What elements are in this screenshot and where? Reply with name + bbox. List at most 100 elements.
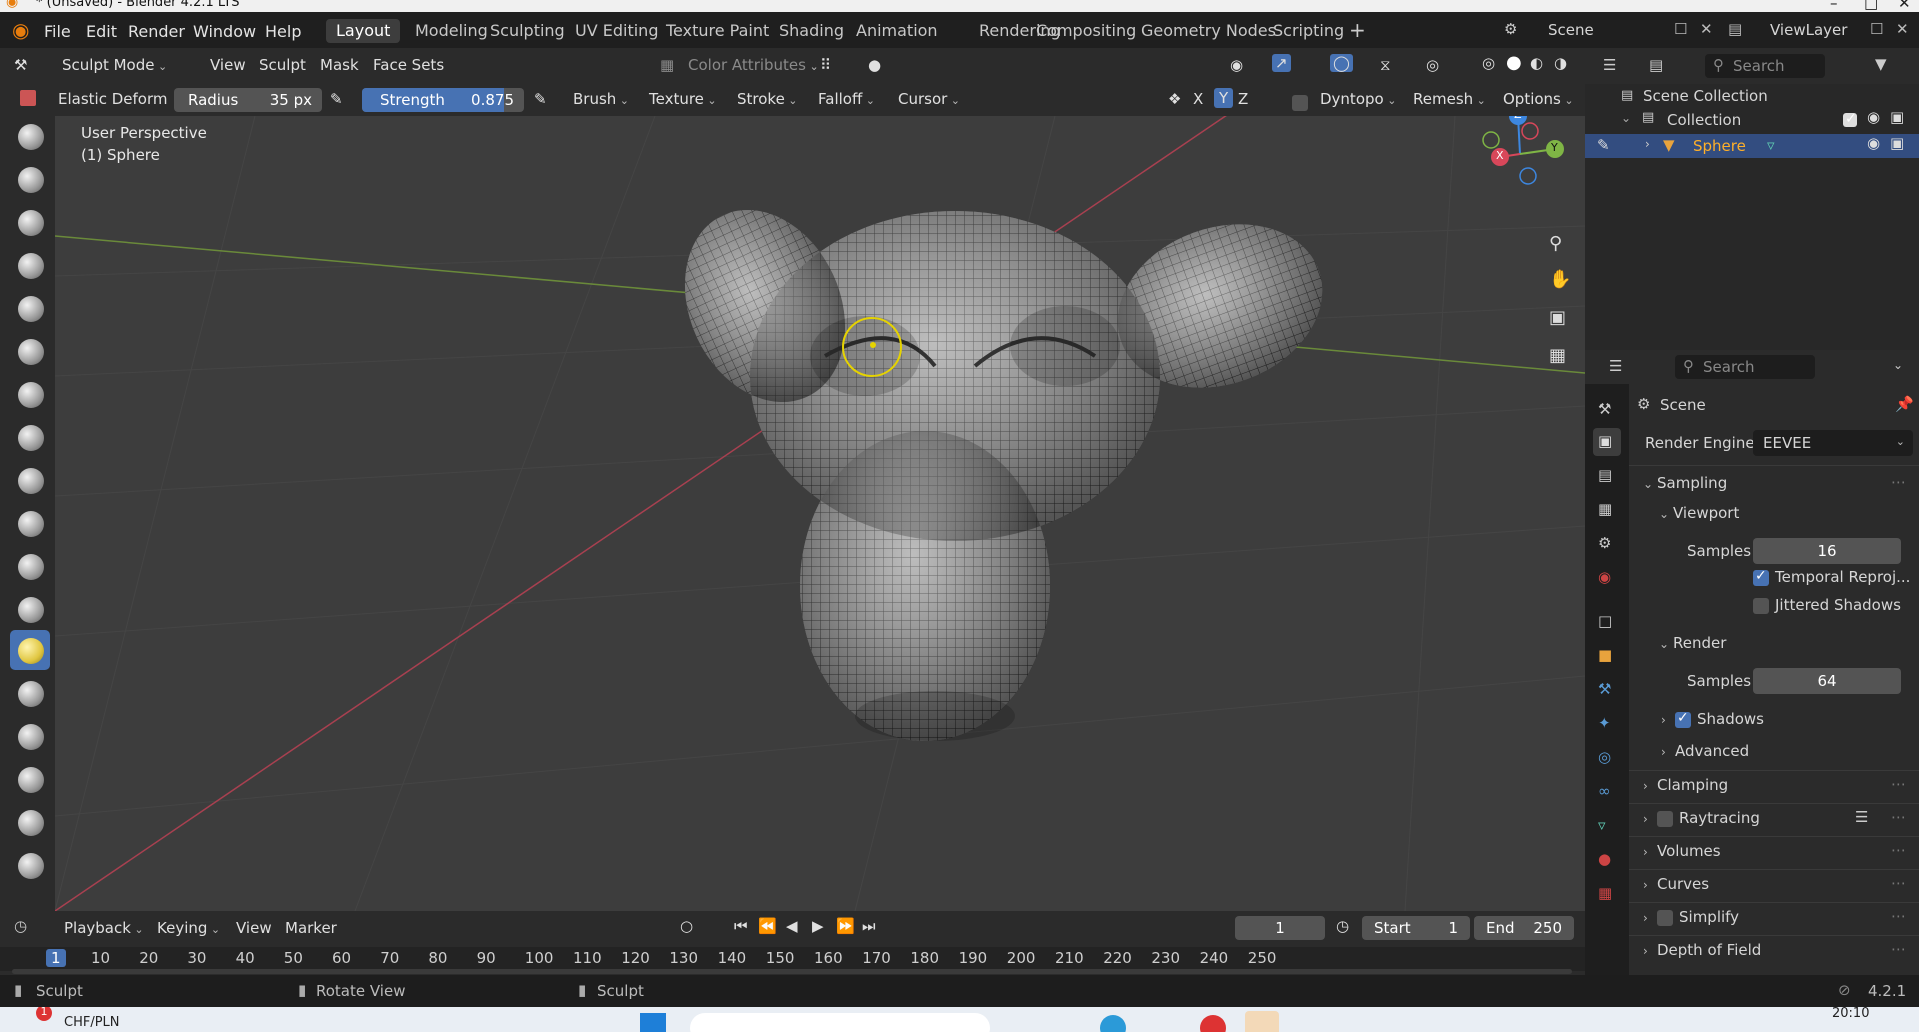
- render-samples-field[interactable]: 64: [1753, 668, 1901, 694]
- view-layer-name[interactable]: ViewLayer: [1770, 21, 1847, 39]
- world-tab-icon[interactable]: ◉: [1598, 568, 1611, 586]
- taskbar-weather[interactable]: CHF/PLN: [64, 1015, 120, 1030]
- tool-tab-icon[interactable]: ⚒: [1598, 400, 1611, 418]
- display-mode-icon[interactable]: ▤: [1649, 56, 1663, 74]
- editor-type-icon[interactable]: ⚒: [14, 56, 27, 74]
- output-tab-icon[interactable]: ▤: [1598, 466, 1612, 484]
- timeline-view-menu[interactable]: View: [236, 919, 272, 937]
- app-icon[interactable]: [1200, 1015, 1226, 1032]
- tool-fill[interactable]: [10, 589, 50, 629]
- menu-view[interactable]: View: [210, 56, 246, 74]
- pan-hand-icon[interactable]: ✋: [1549, 269, 1571, 290]
- collection-eye-icon[interactable]: ◉: [1867, 108, 1880, 126]
- scene-selector-icon[interactable]: ⚙: [1504, 20, 1517, 38]
- dyntopo-menu[interactable]: Dyntopo: [1320, 90, 1396, 108]
- panel-clamping[interactable]: › Clamping: [1643, 776, 1728, 794]
- close-icon[interactable]: ✕: [1898, 0, 1911, 12]
- remove-scene-icon[interactable]: ✕: [1700, 20, 1713, 38]
- properties-search[interactable]: ⚲ Search: [1675, 355, 1815, 379]
- sphere-camera-icon[interactable]: ▣: [1890, 134, 1904, 152]
- current-frame-field[interactable]: 1: [1235, 916, 1325, 940]
- sculpt-mode-icon[interactable]: ✎: [1597, 136, 1610, 154]
- panel-curves[interactable]: › Curves: [1643, 875, 1709, 893]
- end-frame-field[interactable]: End 250: [1474, 916, 1574, 940]
- tab-shading[interactable]: Shading: [769, 19, 854, 43]
- brush-name[interactable]: Elastic Deform: [58, 90, 167, 108]
- outliner-sphere[interactable]: Sphere: [1693, 137, 1746, 155]
- xray-icon[interactable]: ⧖: [1380, 56, 1391, 74]
- tab-animation[interactable]: Animation: [846, 19, 948, 43]
- outliner-collection[interactable]: Collection: [1667, 111, 1741, 129]
- zoom-icon[interactable]: ⚲: [1549, 233, 1562, 254]
- radius-field[interactable]: Radius 35 px: [174, 88, 322, 112]
- tool-layer[interactable]: [10, 331, 50, 371]
- shading-wireframe-icon[interactable]: ◎: [1482, 54, 1495, 72]
- panel-simplify[interactable]: › Simplify: [1643, 908, 1739, 926]
- 3d-viewport[interactable]: User Perspective (1) Sphere Z Y X ⚲ ✋ ▣ …: [55, 116, 1585, 911]
- jump-keyframe-forward-icon[interactable]: ⏩: [836, 917, 855, 935]
- tab-layout[interactable]: Layout: [326, 19, 401, 43]
- minimize-icon[interactable]: –: [1830, 0, 1838, 12]
- mode-selector[interactable]: Sculpt Mode: [62, 56, 167, 74]
- panel-depth-of-field[interactable]: › Depth of Field: [1643, 941, 1761, 959]
- marker-menu[interactable]: Marker: [285, 919, 337, 937]
- tool-elastic-deform[interactable]: [10, 630, 50, 670]
- view-layer-icon[interactable]: ▤: [1728, 20, 1742, 38]
- scene-tab-icon[interactable]: ⚙: [1598, 534, 1611, 552]
- preview-range-icon[interactable]: ◷: [1336, 917, 1349, 935]
- presets-list-icon[interactable]: ☰: [1855, 808, 1868, 826]
- perspective-toggle-icon[interactable]: ▦: [1549, 345, 1566, 366]
- auto-keying-icon[interactable]: ○: [680, 917, 693, 935]
- filter-icon[interactable]: ▼: [1875, 55, 1887, 73]
- modifier-tab-icon[interactable]: ⚒: [1598, 680, 1611, 698]
- windows-start-icon[interactable]: [640, 1013, 666, 1032]
- tool-inflate[interactable]: [10, 374, 50, 414]
- cursor-menu[interactable]: Cursor: [898, 90, 960, 108]
- options-menu[interactable]: Options: [1503, 90, 1574, 108]
- menu-edit[interactable]: Edit: [86, 22, 117, 41]
- dyntopo-checkbox[interactable]: [1292, 93, 1314, 111]
- menu-help[interactable]: Help: [265, 22, 301, 41]
- keying-menu[interactable]: Keying: [157, 919, 220, 937]
- tool-rotate[interactable]: [10, 845, 50, 885]
- menu-mask[interactable]: Mask: [320, 56, 359, 74]
- tool-blob[interactable]: [10, 417, 50, 457]
- outliner-editor-icon[interactable]: ☰: [1603, 56, 1616, 74]
- tool-crease[interactable]: [10, 460, 50, 500]
- collection-tab-icon[interactable]: □: [1598, 612, 1612, 630]
- tool-pose[interactable]: [10, 759, 50, 799]
- panel-render[interactable]: ⌄ Render: [1659, 634, 1726, 652]
- remesh-menu[interactable]: Remesh: [1413, 90, 1486, 108]
- axis-x-toggle[interactable]: X: [1193, 90, 1203, 108]
- stroke-menu[interactable]: Stroke: [737, 90, 798, 108]
- strength-pressure-icon[interactable]: ✎: [534, 90, 547, 108]
- tool-nudge[interactable]: [10, 802, 50, 842]
- drag-handle-icon[interactable]: ⋯: [1891, 473, 1906, 491]
- viewport-samples-field[interactable]: 16: [1753, 538, 1901, 564]
- drag-handle-icon[interactable]: ⋯: [1891, 841, 1906, 859]
- sphere-eye-icon[interactable]: ◉: [1867, 134, 1880, 152]
- axis-y-toggle[interactable]: Y: [1214, 88, 1234, 108]
- tab-scripting[interactable]: Scripting: [1263, 19, 1354, 43]
- jittered-shadows-checkbox[interactable]: Jittered Shadows: [1753, 596, 1901, 614]
- axis-z-toggle[interactable]: Z: [1238, 90, 1248, 108]
- blender-taskbar-icon[interactable]: [1245, 1011, 1279, 1032]
- collection-camera-icon[interactable]: ▣: [1890, 108, 1904, 126]
- notification-badge-icon[interactable]: 1: [36, 1007, 52, 1021]
- play-reverse-icon[interactable]: ◀: [786, 917, 798, 935]
- playback-menu[interactable]: Playback: [64, 919, 144, 937]
- object-tab-icon[interactable]: ■: [1598, 646, 1612, 664]
- new-view-layer-icon[interactable]: ☐: [1870, 20, 1883, 38]
- gizmo-toggle-icon[interactable]: ↗: [1272, 54, 1291, 72]
- tool-clay-thumb[interactable]: [10, 288, 50, 328]
- texture-menu[interactable]: Texture: [649, 90, 717, 108]
- properties-editor-icon[interactable]: ☰: [1609, 357, 1622, 375]
- tool-flatten[interactable]: [10, 546, 50, 586]
- overlay-toggle-icon[interactable]: ◯: [1330, 54, 1353, 72]
- add-workspace-icon[interactable]: +: [1349, 18, 1366, 42]
- play-icon[interactable]: ▶: [812, 917, 824, 935]
- tab-sculpting[interactable]: Sculpting: [480, 19, 575, 43]
- tool-draw-sharp[interactable]: [10, 159, 50, 199]
- pin-icon[interactable]: 📌: [1895, 395, 1914, 413]
- menu-window[interactable]: Window: [193, 22, 256, 41]
